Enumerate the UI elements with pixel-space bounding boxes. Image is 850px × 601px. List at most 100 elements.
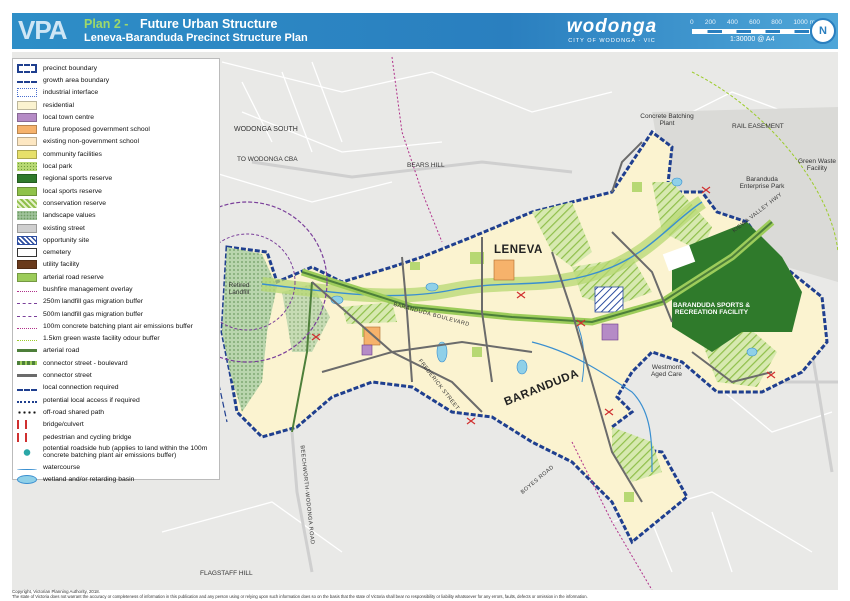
- local-park-4: [410, 262, 420, 270]
- utility-icon: [17, 260, 37, 270]
- legend-item-local-sports: local sports reserve: [17, 185, 215, 197]
- existing-street-icon: [17, 223, 37, 233]
- shared-path-icon: [17, 407, 37, 417]
- legend-label: existing street: [43, 224, 85, 232]
- town-centre-2: [361, 344, 373, 356]
- place-rail-easement: RAIL EASEMENT: [732, 123, 784, 130]
- place-baranduda-park: Baranduda Enterprise Park: [739, 176, 785, 190]
- roadside-hub-icon: [17, 447, 37, 457]
- nongov-school-icon: [17, 137, 37, 147]
- wetland-6: [746, 347, 758, 357]
- legend-item-conservation: conservation reserve: [17, 197, 215, 209]
- local-park-2: [472, 347, 482, 357]
- legend-label: 500m landfill gas migration buffer: [43, 310, 143, 318]
- buffer-500-icon: [17, 315, 37, 317]
- wetland-4: [425, 282, 439, 292]
- regional-sports-icon: [17, 174, 37, 184]
- industrial-interface-icon: [17, 88, 37, 98]
- legend-label: utility facility: [43, 261, 80, 269]
- watercourse-icon: [17, 468, 37, 470]
- legend-item-arterial-road: arterial road: [17, 345, 215, 357]
- place-westmont: Westmont Aged Care: [650, 364, 683, 378]
- legend-label: arterial road: [43, 347, 80, 355]
- place-bears-hill: BEARS HILL: [407, 162, 445, 169]
- legend-label: precinct boundary: [43, 64, 98, 72]
- legend-item-community-facilities: community facilities: [17, 148, 215, 160]
- map-legend: precinct boundary growth area boundary ind…: [12, 58, 220, 485]
- legend-label: growth area boundary: [43, 76, 110, 84]
- legend-item-watercourse: watercourse: [17, 461, 215, 473]
- community-facilities-icon: [17, 149, 37, 159]
- legend-item-potential-access: potential local access if required: [17, 394, 215, 406]
- legend-label: opportunity site: [43, 236, 90, 244]
- legend-label: watercourse: [43, 463, 81, 471]
- scale-bar-graphic: [692, 29, 810, 34]
- legend-item-landscape: landscape values: [17, 210, 215, 222]
- page: VPA Plan 2 - Future Urban Structure Lene…: [0, 0, 850, 601]
- wetland-5: [671, 177, 683, 187]
- legend-label: potential local access if required: [43, 396, 140, 404]
- legend-label: pedestrian and cycling bridge: [43, 433, 132, 441]
- place-concrete-plant: Concrete Batching Plant: [640, 113, 694, 127]
- opportunity-site-icon: [17, 235, 37, 245]
- legend-item-opportunity-site: opportunity site: [17, 234, 215, 246]
- legend-label: off-road shared path: [43, 408, 105, 416]
- legend-label: wetland and/or retarding basin: [43, 476, 135, 484]
- landscape-icon: [17, 211, 37, 221]
- scale-tick-label: 600: [749, 19, 760, 26]
- local-sports-icon: [17, 186, 37, 196]
- bushfire-boundary: [391, 56, 443, 243]
- wodonga-logo-sub: CITY OF WODONGA · VIC: [568, 38, 656, 44]
- legend-item-buffer-100: 100m concrete batching plant air emissio…: [17, 320, 215, 332]
- vpa-logo: VPA: [18, 15, 68, 45]
- place-sports-facility: BARANDUDA SPORTS & RECREATION FACILITY: [672, 302, 751, 316]
- legend-label: bridge/culvert: [43, 421, 84, 429]
- bushfire-icon: [17, 290, 37, 292]
- legend-list: precinct boundary growth area boundary ind…: [17, 62, 215, 486]
- place-leneva: LENEVA: [494, 244, 543, 256]
- legend-item-arterial-reserve: arterial road reserve: [17, 271, 215, 283]
- plan-number: Plan 2 -: [84, 17, 129, 31]
- wetland-icon: [17, 475, 37, 485]
- place-wodonga-south: WODONGA SOUTH: [234, 126, 298, 133]
- legend-label: regional sports reserve: [43, 175, 113, 183]
- legend-item-bushfire: bushfire management overlay: [17, 283, 215, 295]
- potential-access-icon: [17, 401, 37, 404]
- legend-label: 1.5km green waste facility odour buffer: [43, 335, 160, 343]
- legend-item-local-park: local park: [17, 160, 215, 172]
- buffer-100-icon: [17, 327, 37, 329]
- local-town-centre-icon: [17, 112, 37, 122]
- legend-label: potential roadside hub (applies to land …: [43, 445, 208, 460]
- wodonga-logo-word: wodonga: [566, 16, 658, 37]
- legend-label: local town centre: [43, 113, 95, 121]
- scale-tick-label: 0: [690, 19, 694, 26]
- legend-label: residential: [43, 101, 74, 109]
- legend-label: local sports reserve: [43, 187, 102, 195]
- cemetery-icon: [17, 248, 37, 258]
- growth-area-boundary-icon: [17, 81, 37, 84]
- gov-school-icon: [17, 125, 37, 135]
- legend-item-growth-area-boundary: growth area boundary: [17, 74, 215, 86]
- legend-label: community facilities: [43, 150, 102, 158]
- arterial-reserve-icon: [17, 272, 37, 282]
- buffer-odour-icon: [17, 340, 37, 342]
- legend-item-local-town-centre: local town centre: [17, 111, 215, 123]
- wetland-3: [516, 359, 528, 375]
- legend-label: landscape values: [43, 212, 96, 220]
- place-retired-landfill: Retired Landfill: [228, 282, 250, 296]
- legend-label: future proposed government school: [43, 126, 150, 134]
- legend-item-boulevard: connector street - boulevard: [17, 357, 215, 369]
- legend-item-roadside-hub: potential roadside hub (applies to land …: [17, 443, 215, 461]
- conservation-icon: [17, 198, 37, 208]
- plan-title: Future Urban Structure: [140, 17, 278, 31]
- legend-label: connector street - boulevard: [43, 359, 128, 367]
- scale-tick-label: 400: [726, 19, 738, 26]
- local-park-3: [632, 182, 642, 192]
- place-to-wodonga-cba: TO WODONGA CBA: [237, 156, 298, 163]
- legend-item-buffer-250: 250m landfill gas migration buffer: [17, 296, 215, 308]
- legend-label: existing non-government school: [43, 138, 139, 146]
- legend-item-regional-sports: regional sports reserve: [17, 173, 215, 185]
- legend-label: industrial interface: [43, 89, 99, 97]
- legend-item-cemetery: cemetery: [17, 246, 215, 258]
- legend-item-connector: connector street: [17, 369, 215, 381]
